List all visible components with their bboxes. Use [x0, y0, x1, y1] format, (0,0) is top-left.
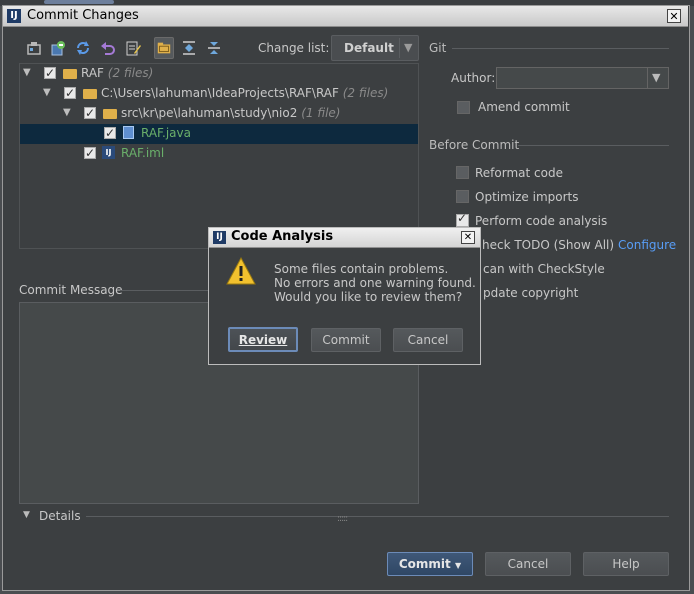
checkstyle-label: can with CheckStyle	[483, 262, 605, 276]
update-copyright-label: pdate copyright	[483, 286, 579, 300]
author-combobox[interactable]: ▼	[496, 67, 669, 89]
cancel-button[interactable]: Cancel	[485, 552, 571, 576]
perform-code-analysis-checkbox[interactable]	[456, 211, 469, 227]
reformat-code-label: Reformat code	[475, 166, 563, 180]
commit-message-label: Commit Message	[19, 283, 123, 297]
expand-triangle-icon[interactable]: ▼	[23, 63, 31, 83]
background-tab	[44, 0, 114, 4]
warning-icon	[226, 256, 256, 286]
message-line: No errors and one warning found.	[274, 276, 476, 290]
expand-triangle-icon[interactable]: ▼	[43, 83, 51, 103]
git-section-divider	[452, 48, 669, 49]
edit-source-icon[interactable]	[124, 39, 142, 57]
row-checkbox[interactable]	[84, 143, 96, 163]
popup-cancel-button[interactable]: Cancel	[393, 328, 463, 352]
dialog-close-button[interactable]: ✕	[667, 9, 681, 23]
expand-triangle-icon[interactable]: ▼	[63, 103, 71, 123]
row-checkbox[interactable]	[44, 63, 56, 83]
intellij-logo-icon: IJ	[213, 231, 226, 244]
check-todo-label: heck TODO (Show All)	[482, 238, 615, 252]
tree-row-label: RAF.java	[141, 126, 191, 140]
tree-row-label: RAF.iml	[121, 146, 165, 160]
optimize-imports-checkbox[interactable]	[456, 190, 469, 203]
row-checkbox[interactable]	[84, 103, 96, 123]
changelist-select[interactable]: Default ▼	[331, 35, 419, 61]
configure-link[interactable]: Configure	[618, 238, 676, 252]
tree-row-label: src\kr\pe\lahuman\study\nio2 (1 file)	[121, 106, 341, 120]
popup-commit-button[interactable]: Commit	[311, 328, 381, 352]
reformat-code-checkbox[interactable]	[456, 166, 469, 179]
folder-icon	[83, 89, 97, 99]
code-analysis-titlebar[interactable]: IJ Code Analysis	[209, 228, 480, 248]
refresh-icon[interactable]	[74, 39, 92, 57]
author-label: Author:	[451, 71, 496, 85]
commit-dropdown-arrow-icon: ▼	[454, 561, 462, 570]
row-checkbox[interactable]	[64, 83, 76, 103]
amend-commit-label: Amend commit	[478, 100, 570, 114]
details-expand-triangle-icon[interactable]: ▼	[23, 510, 30, 520]
diff-icon[interactable]	[25, 39, 43, 57]
message-line: Would you like to review them?	[274, 290, 463, 304]
review-button[interactable]: Review	[228, 327, 298, 352]
intellij-logo-icon: IJ	[7, 9, 21, 23]
revert-icon[interactable]	[49, 39, 67, 57]
details-label[interactable]: Details	[39, 509, 81, 523]
code-analysis-close-button[interactable]: ✕	[461, 231, 475, 244]
changelist-label: Change list:	[258, 41, 330, 55]
java-file-icon	[123, 126, 134, 139]
undo-icon[interactable]	[99, 39, 117, 57]
folder-icon	[103, 109, 117, 119]
perform-code-analysis-label: Perform code analysis	[475, 214, 608, 228]
group-by-folder-toggle[interactable]	[154, 37, 174, 59]
iml-file-icon: IJ	[102, 146, 115, 159]
git-section-header: Git	[429, 41, 447, 55]
code-analysis-message: Some files contain problems. No errors a…	[274, 262, 476, 304]
changelist-value: Default	[344, 41, 394, 55]
expand-all-icon[interactable]	[180, 39, 198, 57]
dropdown-arrow-icon: ▼	[404, 41, 413, 54]
row-checkbox[interactable]	[104, 123, 116, 143]
dialog-title: Commit Changes	[27, 8, 139, 23]
dropdown-arrow-icon: ▼	[652, 71, 661, 84]
amend-commit-checkbox[interactable]	[457, 101, 470, 114]
before-commit-divider	[518, 145, 669, 146]
before-commit-header: Before Commit	[429, 138, 520, 152]
tree-row-label: C:\Users\lahuman\IdeaProjects\RAF\RAF (2…	[101, 86, 389, 100]
dialog-titlebar[interactable]: IJ Commit Changes	[3, 6, 688, 27]
commit-button[interactable]: Commit ▼	[387, 552, 473, 576]
select-divider	[399, 38, 400, 58]
details-divider	[86, 516, 669, 517]
optimize-imports-label: Optimize imports	[475, 190, 579, 204]
message-line: Some files contain problems.	[274, 262, 449, 276]
tree-row-label: RAF (2 files)	[81, 66, 154, 80]
help-button[interactable]: Help	[583, 552, 669, 576]
splitter-grip-icon[interactable]: :::::	[337, 514, 348, 524]
collapse-all-icon[interactable]	[205, 39, 223, 57]
code-analysis-title: Code Analysis	[231, 229, 334, 244]
combobox-divider	[647, 68, 648, 88]
module-folder-icon	[63, 69, 77, 79]
selected-row-highlight	[20, 124, 418, 144]
